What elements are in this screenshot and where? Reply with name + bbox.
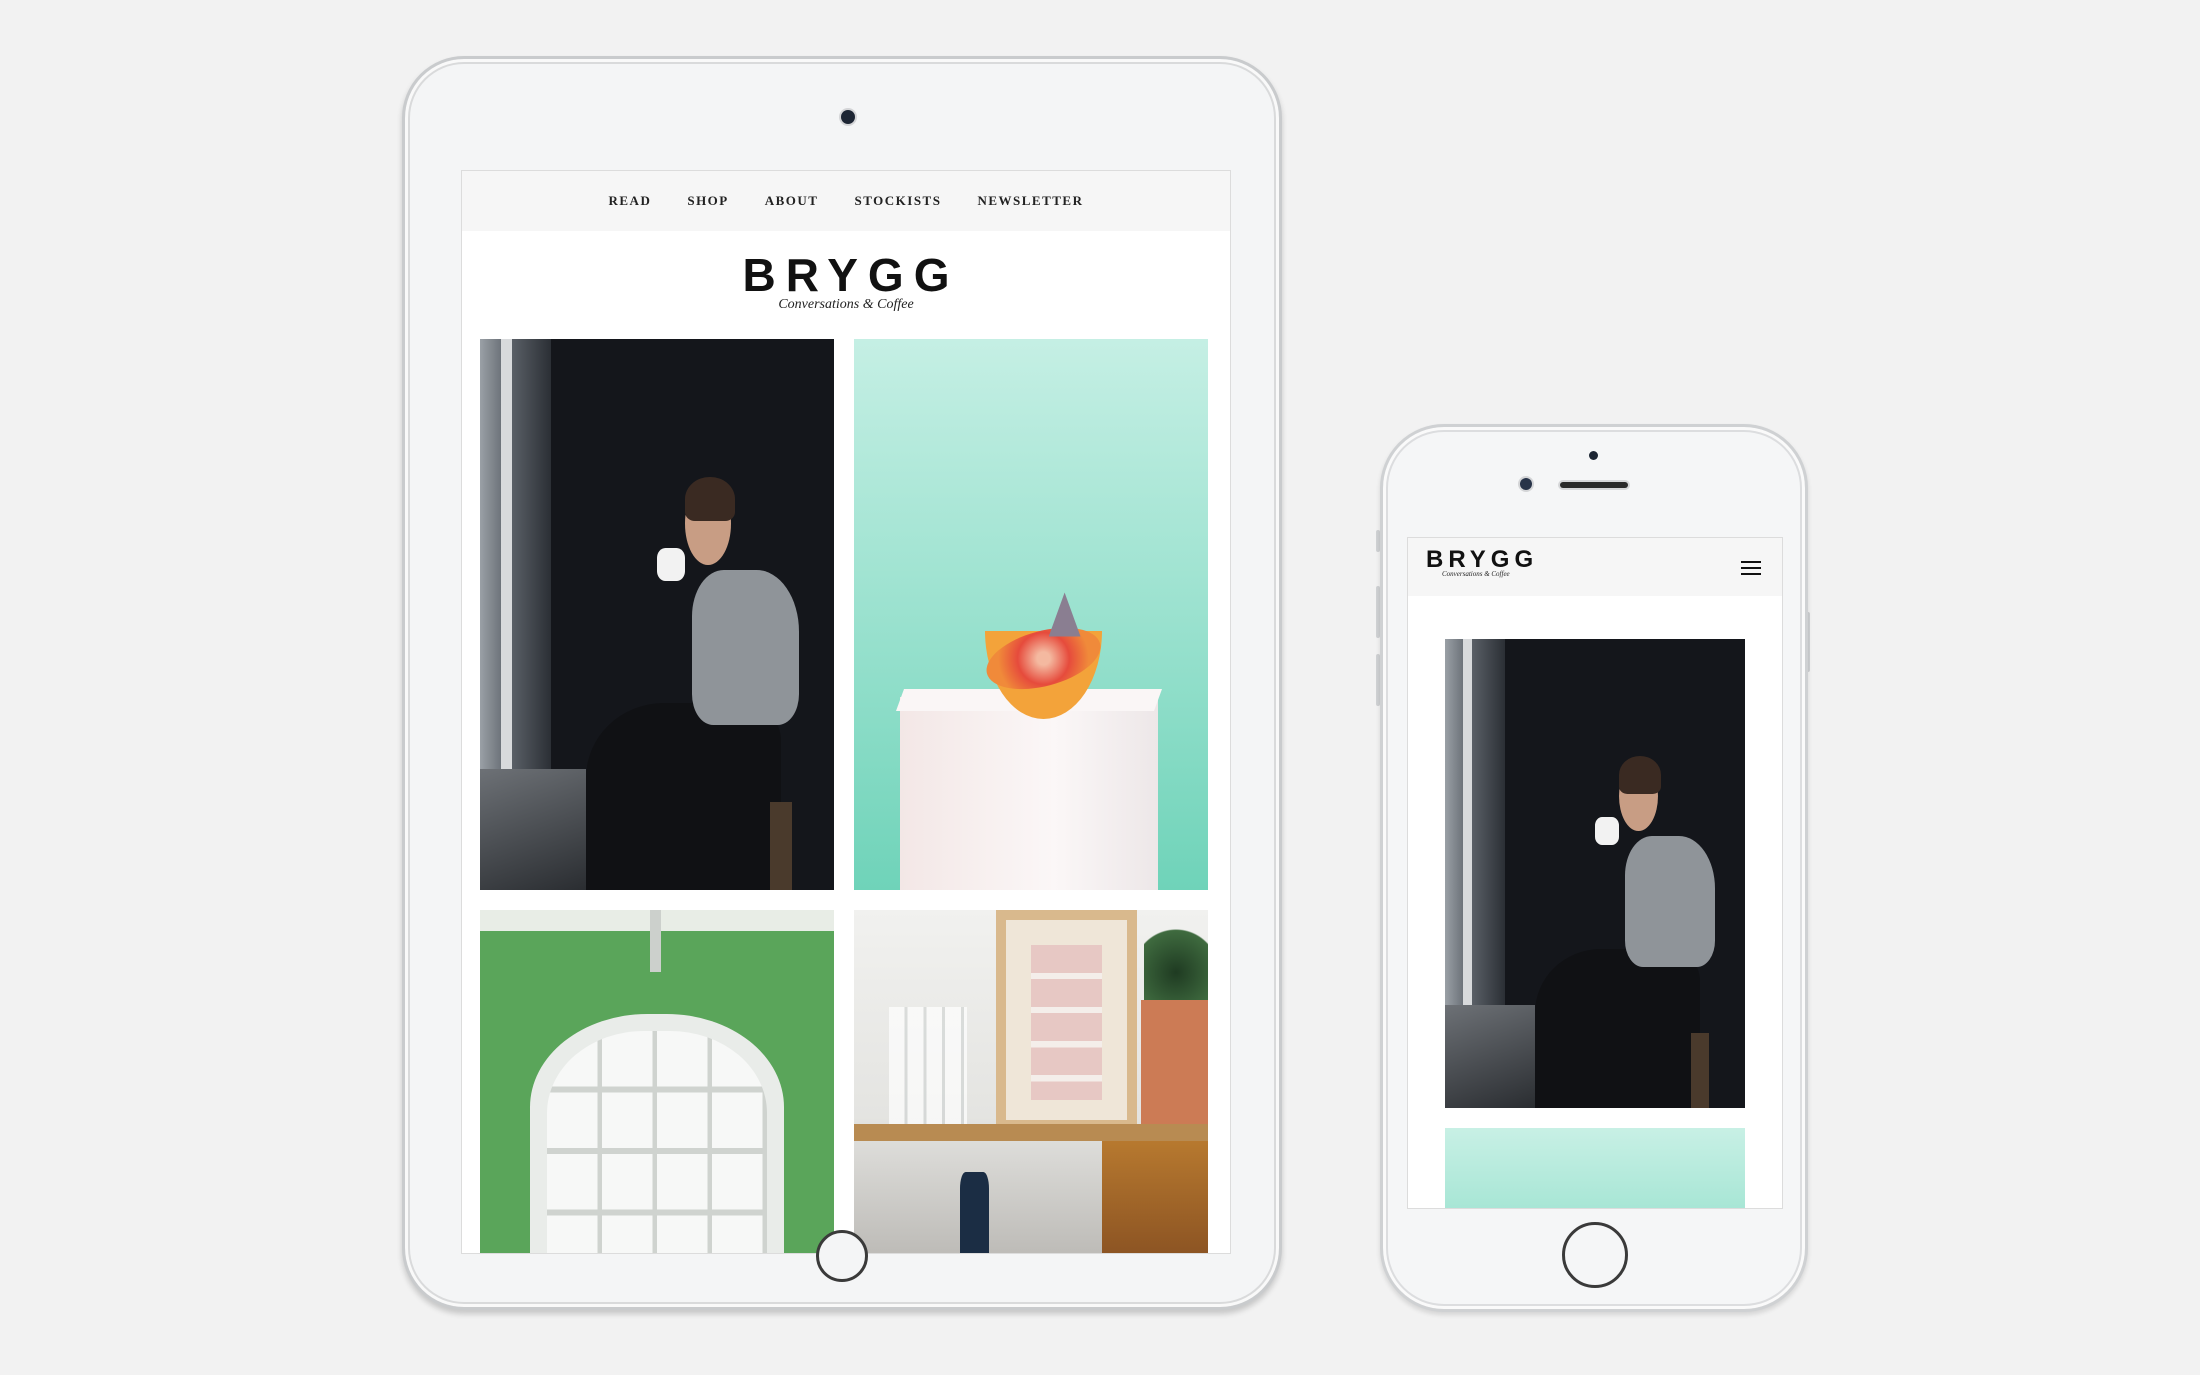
green-room-arched-window-photo[interactable]: [480, 910, 834, 1253]
nav-item-shop[interactable]: SHOP: [687, 193, 728, 209]
nav-item-newsletter[interactable]: NEWSLETTER: [977, 193, 1083, 209]
nav-item-stockists[interactable]: STOCKISTS: [854, 193, 941, 209]
grapefruit-on-pedestal-photo[interactable]: [854, 339, 1208, 890]
iphone-screen: BRYGG Conversations & Coffee: [1407, 537, 1783, 1209]
iphone-front-camera: [1520, 478, 1532, 490]
iphone-home-button[interactable]: [1562, 1222, 1628, 1288]
ipad-home-button[interactable]: [816, 1230, 868, 1282]
woman-drinking-coffee-photo[interactable]: [480, 339, 834, 890]
nav-item-read[interactable]: READ: [609, 193, 652, 209]
mobile-grapefruit-photo-partial[interactable]: [1445, 1128, 1745, 1208]
mobile-site-logo[interactable]: BRYGG Conversations & Coffee: [1426, 547, 1538, 579]
mobile-woman-drinking-coffee-photo[interactable]: [1445, 639, 1745, 1108]
nav-item-about[interactable]: ABOUT: [765, 193, 819, 209]
main-nav: READ SHOP ABOUT STOCKISTS NEWSLETTER: [462, 171, 1230, 231]
iphone-device: BRYGG Conversations & Coffee: [1380, 424, 1808, 1312]
iphone-speaker: [1560, 482, 1628, 488]
logo-tagline: Conversations & Coffee: [778, 297, 914, 312]
mobile-header: BRYGG Conversations & Coffee: [1408, 538, 1782, 596]
site-logo[interactable]: BRYGG Conversations & Coffee: [462, 251, 1230, 313]
iphone-sensor: [1589, 451, 1598, 460]
kitchen-shelf-photo[interactable]: [854, 910, 1208, 1253]
logo-wordmark: BRYGG: [742, 249, 960, 301]
ipad-camera: [841, 110, 855, 124]
ipad-device: READ SHOP ABOUT STOCKISTS NEWSLETTER BRY…: [402, 56, 1282, 1310]
hamburger-menu-icon[interactable]: [1741, 561, 1761, 577]
ipad-screen: READ SHOP ABOUT STOCKISTS NEWSLETTER BRY…: [461, 170, 1231, 1254]
